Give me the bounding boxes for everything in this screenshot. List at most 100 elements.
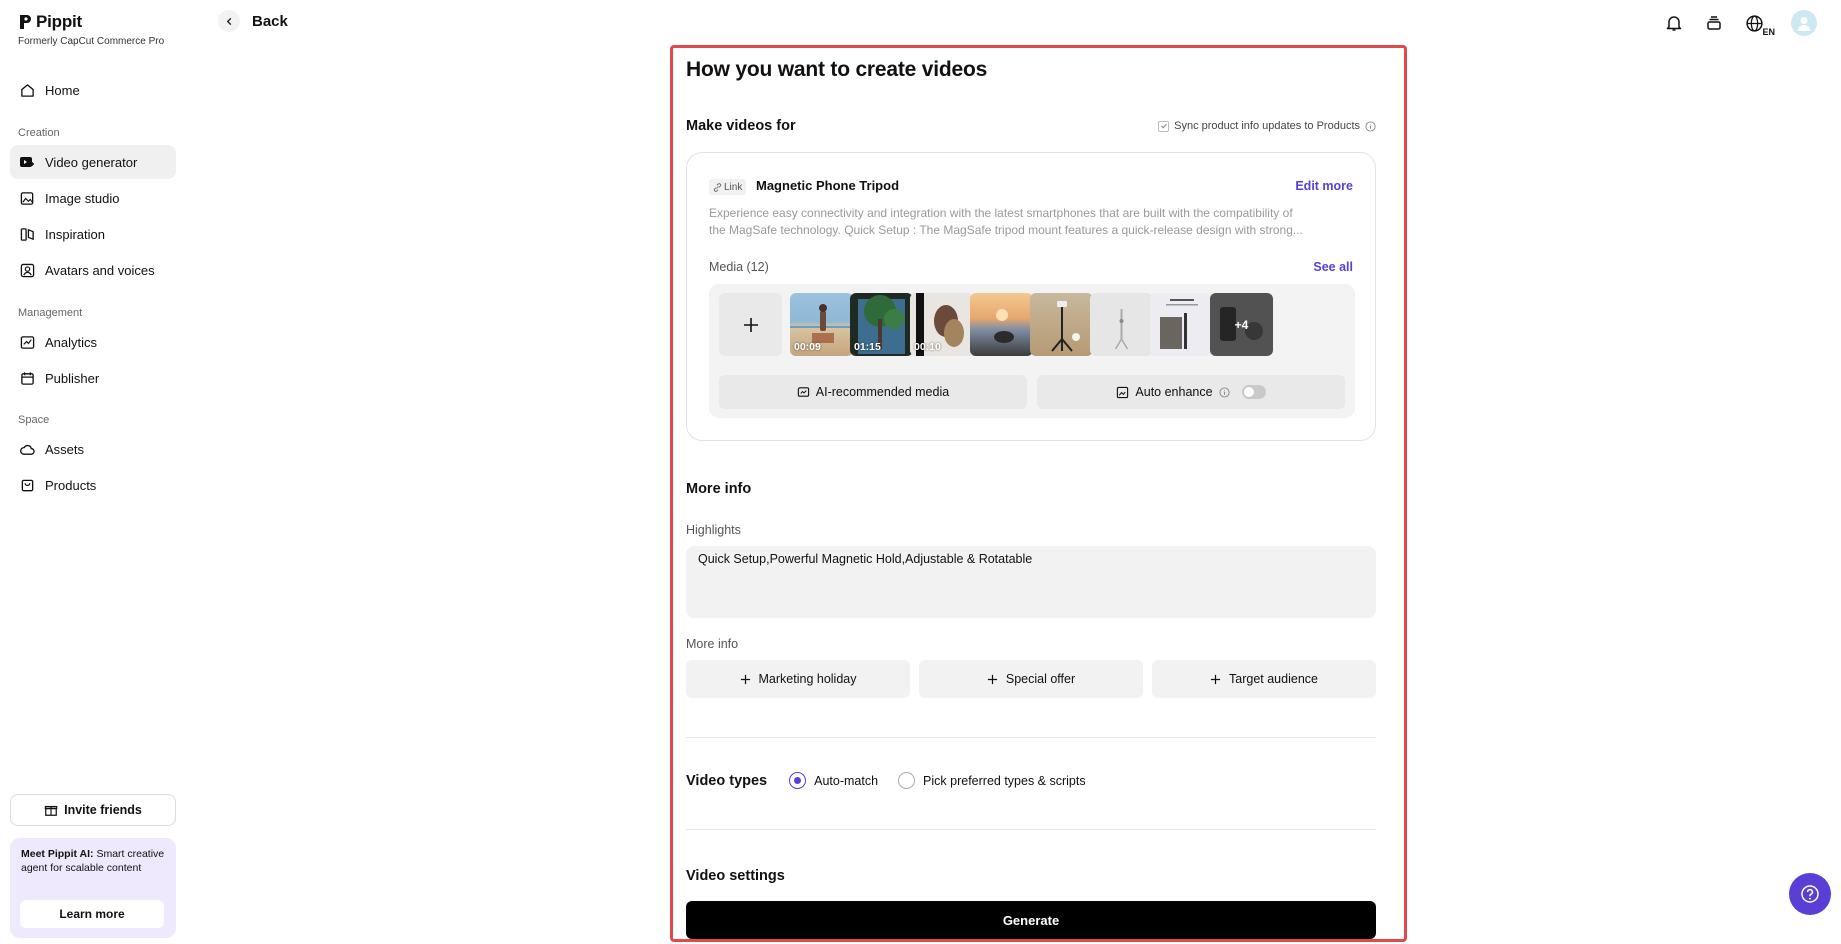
sidebar: Pippit Formerly CapCut Commerce Pro Home… xyxy=(0,0,186,944)
special-offer-button[interactable]: Special offer xyxy=(919,660,1143,698)
sidebar-item-image-studio[interactable]: Image studio xyxy=(10,181,176,215)
question-icon xyxy=(1801,885,1819,903)
media-box: 00:09 01:15 00:10 +4 AI-recommended medi… xyxy=(709,284,1355,418)
media-thumbnail[interactable]: +4 xyxy=(1210,293,1273,356)
media-duration: 00:10 xyxy=(914,341,941,353)
media-thumbnail[interactable]: 00:10 xyxy=(910,293,973,356)
marketing-holiday-button[interactable]: Marketing holiday xyxy=(686,660,910,698)
page-title: How you want to create videos xyxy=(686,58,988,81)
info-icon[interactable] xyxy=(1365,120,1376,132)
checkbox-icon xyxy=(1158,120,1170,132)
radio-label: Auto-match xyxy=(814,773,879,788)
promo-card: Meet Pippit AI: Smart creative agent for… xyxy=(10,838,176,938)
plus-icon xyxy=(987,674,997,684)
sidebar-item-label: Inspiration xyxy=(45,226,105,242)
section-management: Management xyxy=(18,307,83,319)
image-plus-icon xyxy=(19,190,35,206)
media-thumbnail[interactable]: 01:15 xyxy=(850,293,913,356)
inspiration-icon xyxy=(19,226,35,242)
pick-preferred-radio[interactable] xyxy=(898,772,916,789)
sync-product-checkbox[interactable]: Sync product info updates to Products xyxy=(1158,120,1376,132)
back-button[interactable]: Back xyxy=(218,10,288,32)
bag-icon xyxy=(19,477,35,493)
make-videos-for-title: Make videos for xyxy=(686,118,796,134)
highlights-label: Highlights xyxy=(686,523,741,537)
video-types-row: Video types Auto-match Pick preferred ty… xyxy=(686,772,1106,789)
media-thumbnail[interactable] xyxy=(970,293,1033,356)
target-audience-button[interactable]: Target audience xyxy=(1152,660,1376,698)
home-icon xyxy=(19,82,35,98)
media-thumbnail[interactable] xyxy=(1030,293,1093,356)
sidebar-item-products[interactable]: Products xyxy=(10,468,176,502)
gift-icon xyxy=(44,805,58,816)
generate-button[interactable]: Generate xyxy=(686,901,1376,939)
sidebar-item-home[interactable]: Home xyxy=(10,73,176,107)
sidebar-item-video-generator[interactable]: Video generator xyxy=(10,145,176,179)
ai-recommended-label: AI-recommended media xyxy=(815,385,950,399)
pill-label: Special offer xyxy=(1005,672,1076,686)
more-info-label: More info xyxy=(686,637,739,651)
sidebar-item-label: Home xyxy=(45,82,80,98)
link-tag-label: Link xyxy=(724,181,743,193)
highlights-input[interactable]: Quick Setup,Powerful Magnetic Hold,Adjus… xyxy=(686,546,1376,618)
app-logo[interactable]: Pippit xyxy=(18,12,82,32)
media-thumbnail[interactable]: 00:09 xyxy=(790,293,853,356)
sidebar-item-analytics[interactable]: Analytics xyxy=(10,325,176,359)
promo-text: Meet Pippit AI: Smart creative agent for… xyxy=(21,848,165,875)
product-description-line: Experience easy connectivity and integra… xyxy=(709,206,1293,220)
sidebar-item-label: Analytics xyxy=(45,334,98,350)
auto-enhance-label: Auto enhance xyxy=(1135,385,1213,399)
notification-bell-icon[interactable] xyxy=(1663,12,1685,34)
product-promo-photo xyxy=(1160,299,1198,349)
user-icon xyxy=(1797,17,1811,31)
sidebar-item-avatars-and-voices[interactable]: Avatars and voices xyxy=(10,253,176,287)
sidebar-item-inspiration[interactable]: Inspiration xyxy=(10,217,176,251)
sync-label: Sync product info updates to Products xyxy=(1174,120,1360,132)
link-tag: Link xyxy=(709,179,747,195)
sidebar-item-label: Avatars and voices xyxy=(45,262,155,278)
sidebar-item-label: Publisher xyxy=(45,370,100,386)
media-thumbnail[interactable] xyxy=(1150,293,1213,356)
sidebar-item-label: Video generator xyxy=(45,154,138,170)
info-icon[interactable] xyxy=(1219,386,1230,398)
sidebar-item-label: Products xyxy=(45,477,97,493)
sidebar-item-label: Assets xyxy=(45,441,85,457)
pill-label: Target audience xyxy=(1229,672,1318,686)
help-button[interactable] xyxy=(1789,873,1831,915)
video-plus-icon xyxy=(19,154,35,170)
media-duration: 01:15 xyxy=(854,341,881,353)
auto-match-radio[interactable] xyxy=(789,772,807,789)
auto-enhance-toggle[interactable] xyxy=(1241,385,1266,399)
more-media-count: +4 xyxy=(1210,293,1273,356)
tripod-white-photo xyxy=(1114,309,1129,350)
app-name: Pippit xyxy=(36,12,83,31)
top-actions: EN xyxy=(1663,10,1817,37)
see-all-link[interactable]: See all xyxy=(1313,260,1353,274)
video-settings-title: Video settings xyxy=(686,868,785,884)
language-globe-icon[interactable]: EN xyxy=(1743,12,1775,37)
divider xyxy=(686,829,1376,830)
link-icon xyxy=(713,182,722,192)
stack-icon[interactable] xyxy=(1703,12,1725,34)
pill-label: Marketing holiday xyxy=(758,672,857,686)
chart-icon xyxy=(19,334,35,350)
product-name: Magnetic Phone Tripod xyxy=(756,178,900,193)
product-card: Link Magnetic Phone Tripod Edit more Exp… xyxy=(686,152,1376,441)
user-avatar[interactable] xyxy=(1791,10,1817,36)
ai-recommended-media-button[interactable]: AI-recommended media xyxy=(719,375,1027,409)
pippit-logo-icon xyxy=(20,15,31,29)
learn-more-button[interactable]: Learn more xyxy=(20,900,164,928)
add-media-button[interactable] xyxy=(719,293,782,356)
invite-friends-button[interactable]: Invite friends xyxy=(10,794,176,826)
sidebar-item-assets[interactable]: Assets xyxy=(10,432,176,466)
section-creation: Creation xyxy=(18,127,60,139)
sidebar-item-publisher[interactable]: Publisher xyxy=(10,361,176,395)
ai-media-icon xyxy=(797,386,809,397)
invite-label: Invite friends xyxy=(64,803,142,817)
edit-more-link[interactable]: Edit more xyxy=(1295,179,1353,193)
cloud-icon xyxy=(19,441,35,457)
more-info-title: More info xyxy=(686,481,752,497)
tripod-photo xyxy=(1051,301,1080,352)
media-thumbnail[interactable] xyxy=(1090,293,1153,356)
divider xyxy=(686,737,1376,738)
